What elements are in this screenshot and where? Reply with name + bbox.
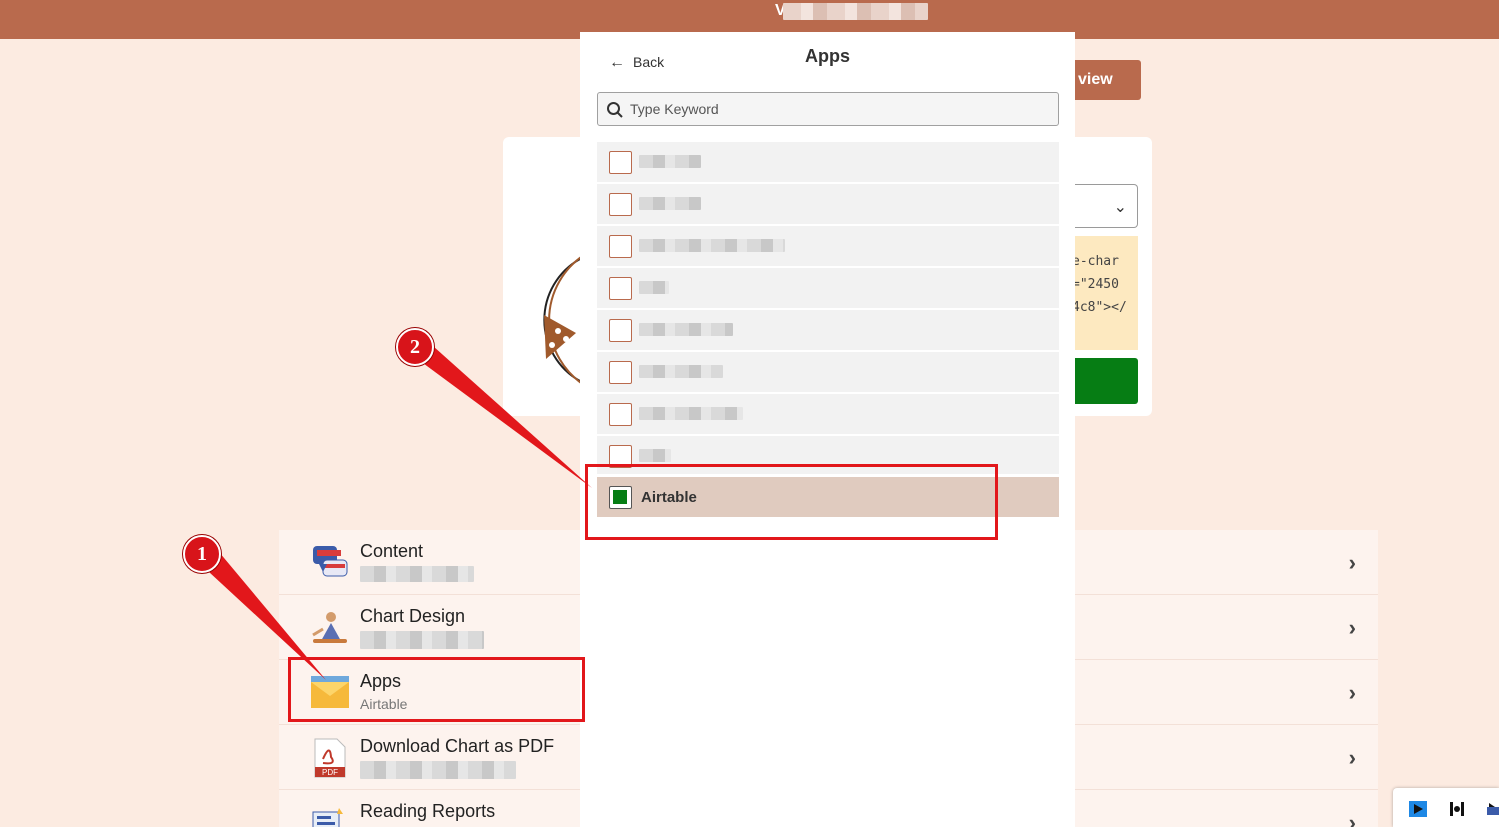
arrow-2-shape	[408, 338, 592, 488]
annotation-arrows	[196, 338, 592, 680]
step-badge-1: 1	[183, 535, 221, 573]
floating-toolbar	[1393, 788, 1499, 827]
step-badge-2: 2	[396, 328, 434, 366]
share-icon[interactable]	[1485, 801, 1499, 817]
split-icon[interactable]	[1449, 801, 1465, 817]
play-icon[interactable]	[1409, 801, 1427, 817]
